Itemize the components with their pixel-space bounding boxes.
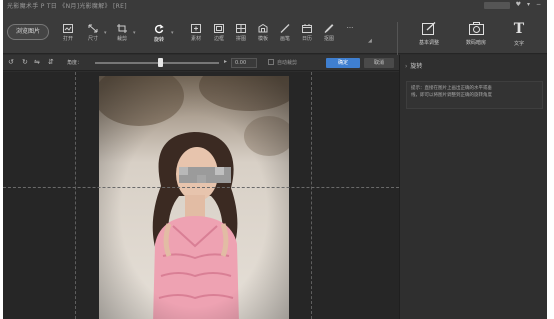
menu-box[interactable] [483, 1, 510, 9]
tool-brush[interactable]: 画笔 [274, 24, 296, 50]
rotate-right-icon[interactable]: ↻ [22, 58, 28, 66]
open-icon [63, 24, 73, 33]
tool-label: 基本调整 [418, 40, 439, 46]
tool-rotate[interactable]: 旋转 [148, 24, 170, 50]
border-icon [214, 24, 224, 33]
tool-border[interactable]: 边框 [208, 24, 230, 50]
rotate-options-bar: ↺ ↻ ⇋ ⇵ 角度： ▸ 0.00 自动裁剪 确定 取消 [3, 55, 399, 71]
chevron-down-icon[interactable]: ▾ [133, 30, 136, 36]
browse-images-button[interactable]: 浏览图片 [7, 24, 49, 40]
tool-label: 拼图 [235, 36, 246, 42]
rotate-panel: › 旋转 提示：直接在图片上画出正确的水平或垂 线，即可以将图片调整到正确的旋转角… [399, 55, 547, 319]
tool-crop[interactable]: 裁剪 [111, 24, 133, 50]
chevron-down-icon[interactable]: ▾ [171, 30, 174, 36]
tool-label: 裁剪 [116, 36, 127, 42]
material-icon [191, 24, 201, 33]
calendar-icon [302, 24, 312, 33]
tool-material[interactable]: 素材 [185, 24, 207, 50]
title-bar: 光影魔术手 P T日 《N月]光影魔解》 [RE] ♥ ▾ − [3, 0, 547, 10]
angle-input[interactable]: 0.00 [231, 58, 257, 68]
portrait-photo [99, 76, 289, 319]
adjust-icon [422, 22, 436, 35]
auto-crop-checkbox[interactable] [268, 59, 274, 65]
tool-label: 打开 [62, 36, 73, 42]
tool-more[interactable]: ··· [339, 24, 361, 50]
tool-label: 尺寸 [87, 36, 98, 42]
text-icon: T [513, 21, 525, 37]
window-controls: ♥ ▾ − [483, 1, 541, 9]
tool-text[interactable]: T 文字 [497, 22, 541, 54]
rotate-icon [154, 24, 164, 34]
more-icon: ··· [346, 24, 354, 32]
tool-label: 数码暗房 [465, 40, 486, 46]
chevron-down-icon[interactable]: ▾ [104, 30, 107, 36]
darkroom-icon [468, 22, 484, 35]
tool-label: 素材 [190, 36, 201, 42]
panel-title: › 旋转 [405, 61, 422, 70]
confirm-button[interactable]: 确定 [326, 58, 360, 68]
guide-line-horizontal [3, 187, 399, 188]
tool-label: 模板 [257, 36, 268, 42]
chevron-down-icon[interactable]: ◢ [368, 38, 372, 44]
angle-slider[interactable] [95, 62, 219, 64]
collage-icon [236, 24, 246, 33]
hint-line: 提示：直接在图片上画出正确的水平或垂 [411, 86, 492, 91]
guide-line-vertical [75, 72, 76, 319]
pick-icon [324, 24, 334, 33]
tool-label: 日历 [301, 36, 312, 42]
image-canvas[interactable] [3, 72, 399, 319]
brush-icon [280, 24, 290, 33]
tool-label: 文字 [513, 41, 524, 47]
heart-icon[interactable]: ♥ [516, 1, 521, 9]
tool-size[interactable]: 尺寸 [82, 24, 104, 50]
hint-box: 提示：直接在图片上画出正确的水平或垂 线，即可以将图片调整到正确的旋转角度 [406, 81, 543, 109]
guide-line-vertical [311, 72, 312, 319]
resize-icon [88, 24, 98, 33]
flip-vertical-icon[interactable]: ⇵ [48, 58, 54, 66]
tool-label: 抠图 [323, 36, 334, 42]
rotate-left-icon[interactable]: ↺ [8, 58, 14, 66]
flip-horizontal-icon[interactable]: ⇋ [34, 58, 40, 66]
minimize-icon[interactable]: − [536, 1, 541, 9]
cancel-button[interactable]: 取消 [364, 58, 394, 68]
tool-open[interactable]: 打开 [57, 24, 79, 50]
chevron-down-icon[interactable]: ▾ [527, 1, 530, 9]
tool-collage[interactable]: 拼图 [230, 24, 252, 50]
tool-darkroom[interactable]: 数码暗房 [454, 22, 498, 54]
window-title: 光影魔术手 P T日 《N月]光影魔解》 [RE] [7, 3, 127, 10]
slider-arrow-icon[interactable]: ▸ [224, 58, 227, 65]
chevron-right-icon[interactable]: › [405, 63, 407, 70]
angle-label: 角度： [67, 60, 83, 66]
app-window: 光影魔术手 P T日 《N月]光影魔解》 [RE] ♥ ▾ − 浏览图片 打开 … [3, 0, 547, 319]
hint-line: 线，即可以将图片调整到正确的旋转角度 [411, 93, 492, 98]
panel-title-text: 旋转 [410, 63, 423, 70]
toolbar-divider [397, 22, 398, 56]
tool-label: 旋转 [153, 37, 164, 43]
tool-pick[interactable]: 抠图 [318, 24, 340, 50]
template-icon [258, 24, 268, 33]
angle-slider-thumb[interactable] [158, 58, 163, 67]
crop-icon [117, 24, 127, 33]
tool-basic-adjust[interactable]: 基本调整 [407, 22, 451, 54]
auto-crop-label: 自动裁剪 [277, 60, 298, 66]
tool-label: 画笔 [279, 36, 290, 42]
tool-calendar[interactable]: 日历 [296, 24, 318, 50]
tool-template[interactable]: 模板 [252, 24, 274, 50]
main-toolbar: 浏览图片 打开 尺寸 ▾ 裁剪 ▾ 旋转 ▾ 素材 边框 拼图 模板 画笔 日历… [3, 10, 547, 56]
tool-label: 边框 [213, 36, 224, 42]
